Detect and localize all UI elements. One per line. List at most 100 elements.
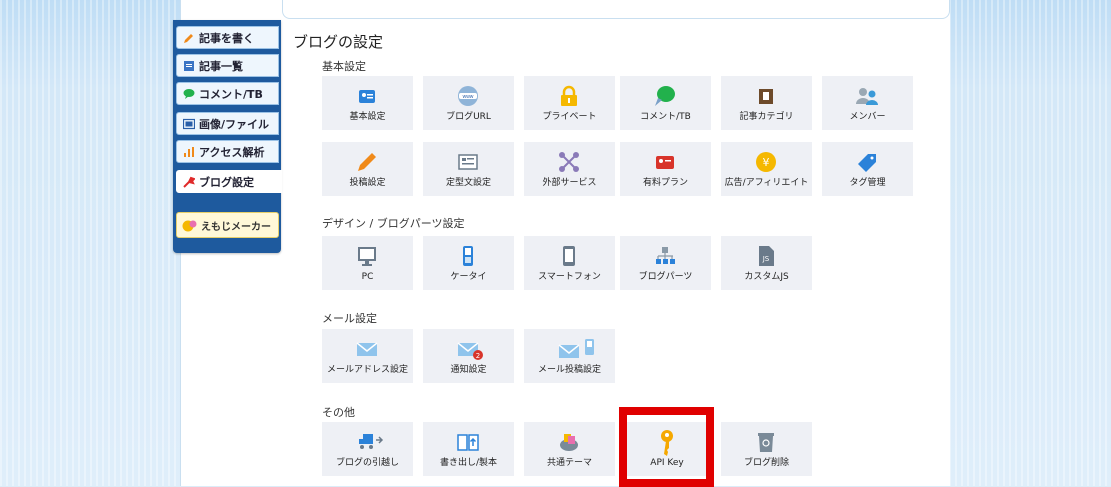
top-rail [282, 0, 950, 19]
tile-label: 基本設定 [349, 112, 386, 122]
tile-label: メール投稿設定 [537, 365, 601, 375]
tile-members[interactable]: メンバー [822, 76, 913, 130]
sidebar-item-articles[interactable]: 記事一覧 [176, 54, 279, 77]
tile-label: タグ管理 [849, 178, 886, 188]
sidebar-item-label: 記事一覧 [199, 59, 243, 73]
tile-custom-js[interactable]: JS カスタムJS [721, 236, 812, 290]
tile-label: ケータイ [450, 272, 487, 282]
tile-delete-blog[interactable]: ブログ削除 [721, 422, 812, 476]
section-heading: 基本設定 [322, 60, 366, 73]
tile-blog-migration[interactable]: ブログの引越し [322, 422, 413, 476]
svg-text:2: 2 [476, 352, 480, 360]
tile-comments-tb[interactable]: コメント/TB [620, 76, 711, 130]
tag-icon [858, 154, 876, 172]
tile-export-book[interactable]: 書き出し/製本 [423, 422, 514, 476]
tile-label: ブログURL [446, 112, 491, 122]
tile-label: 共通テーマ [546, 458, 592, 468]
speech-bubble-icon [183, 89, 195, 99]
sidebar-item-label: アクセス解析 [199, 145, 265, 159]
image-icon [183, 118, 195, 130]
tile-post-settings[interactable]: 投稿設定 [322, 142, 413, 196]
smartphone-icon [563, 246, 575, 266]
tile-label: プライベート [542, 112, 597, 122]
tile-notifications[interactable]: 2 通知設定 [423, 329, 514, 383]
sidebar-item-label: コメント/TB [199, 87, 263, 101]
envelope-icon [356, 342, 378, 356]
js-file-icon: JS [759, 246, 774, 266]
feature-phone-icon [463, 246, 473, 266]
sidebar-item-write[interactable]: 記事を書く [176, 26, 279, 49]
tile-tag-management[interactable]: タグ管理 [822, 142, 913, 196]
emoji-maker-button[interactable]: えもじメーカー [176, 212, 279, 238]
tile-mail-posting[interactable]: メール投稿設定 [524, 329, 615, 383]
theme-cloud-icon [560, 434, 578, 451]
tile-label: 投稿設定 [349, 178, 386, 188]
wrench-icon [183, 176, 195, 188]
tile-label: PC [361, 272, 374, 282]
tile-label: 定型文設定 [445, 178, 491, 188]
book-export-icon [457, 434, 479, 451]
template-icon [458, 154, 478, 170]
tile-label: 広告/アフィリエイト [724, 178, 809, 188]
tile-pc[interactable]: PC [322, 236, 413, 290]
tile-private[interactable]: プライベート [524, 76, 615, 130]
yen-coin-icon: ¥ [756, 152, 776, 172]
globe-icon: www [458, 86, 478, 106]
lock-icon [561, 85, 577, 106]
tile-common-theme[interactable]: 共通テーマ [524, 422, 615, 476]
tile-label: メンバー [849, 112, 886, 122]
tile-basic-settings[interactable]: 基本設定 [322, 76, 413, 130]
folder-icon [759, 89, 773, 104]
background-left [0, 0, 180, 486]
tile-template-settings[interactable]: 定型文設定 [423, 142, 514, 196]
emoji-face-icon [182, 220, 197, 232]
tile-external-services[interactable]: 外部サービス [524, 142, 615, 196]
emoji-maker-label: えもじメーカー [201, 221, 271, 233]
tile-label: 書き出し/製本 [439, 458, 498, 468]
section-heading: その他 [322, 406, 355, 419]
sidebar-item-analytics[interactable]: アクセス解析 [176, 140, 279, 163]
sidebar-item-images[interactable]: 画像/ファイル [176, 112, 279, 135]
tile-label: 記事カテゴリ [739, 112, 794, 122]
sidebar-item-comments[interactable]: コメント/TB [176, 82, 279, 105]
sidebar-item-blog-settings[interactable]: ブログ設定 [176, 170, 282, 193]
svg-text:¥: ¥ [763, 156, 770, 169]
tile-label: 有料プラン [642, 178, 688, 188]
tile-smartphone[interactable]: スマートフォン [524, 236, 615, 290]
moving-truck-icon [359, 434, 384, 449]
tile-mobile[interactable]: ケータイ [423, 236, 514, 290]
pencil-icon [358, 153, 376, 171]
svg-text:www: www [463, 94, 474, 100]
mail-to-phone-icon [558, 339, 594, 358]
page-title: ブログの設定 [293, 33, 384, 51]
tile-paid-plan[interactable]: 有料プラン [620, 142, 711, 196]
svg-text:JS: JS [762, 255, 770, 263]
tile-blog-parts[interactable]: ブログパーツ [620, 236, 711, 290]
bar-chart-icon [184, 147, 194, 157]
trash-can-icon [758, 433, 774, 452]
tile-label: 通知設定 [450, 365, 487, 375]
tile-label: カスタムJS [744, 272, 789, 282]
sidebar-item-label: 画像/ファイル [199, 117, 270, 131]
envelope-badge-icon: 2 [457, 342, 483, 360]
network-icon [559, 152, 579, 172]
parts-tree-icon [656, 247, 675, 264]
tile-label: ブログ削除 [743, 458, 789, 468]
users-icon [856, 88, 878, 105]
tile-ads-affiliate[interactable]: ¥ 広告/アフィリエイト [721, 142, 812, 196]
section-heading: メール設定 [322, 312, 377, 325]
sidebar-item-label: ブログ設定 [199, 175, 254, 189]
tile-categories[interactable]: 記事カテゴリ [721, 76, 812, 130]
speech-bubble-icon [655, 86, 675, 106]
sidebar: 記事を書く 記事一覧 コメント/TB 画像/ファイル アクセス解析 ブログ設定 … [173, 20, 282, 253]
tile-label: ブログパーツ [638, 272, 693, 282]
tile-label: ブログの引越し [335, 458, 399, 468]
id-card-icon [359, 90, 375, 103]
document-icon [184, 61, 194, 71]
tile-label: 外部サービス [542, 178, 597, 188]
api-key-highlight-box [619, 407, 714, 487]
tile-blog-url[interactable]: www ブログURL [423, 76, 514, 130]
tile-label: スマートフォン [538, 272, 601, 282]
tile-mail-address[interactable]: メールアドレス設定 [322, 329, 413, 383]
tile-label: メールアドレス設定 [326, 365, 408, 375]
